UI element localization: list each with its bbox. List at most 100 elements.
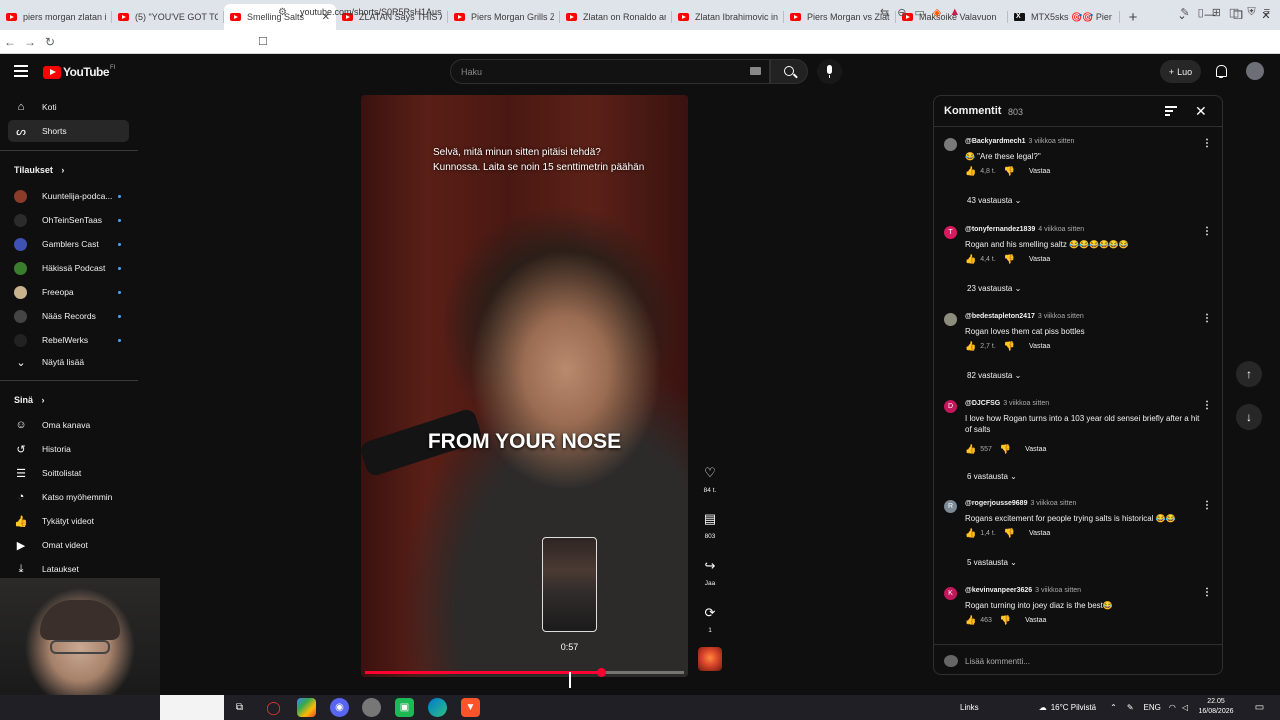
brave-shield-icon[interactable]: ◈ bbox=[933, 6, 941, 19]
taskbar-search[interactable] bbox=[160, 695, 224, 720]
youtube-logo[interactable]: YouTube FI bbox=[43, 65, 115, 79]
comment-author[interactable]: @Backyardmech1 bbox=[965, 138, 1026, 145]
replies-toggle[interactable]: 82 vastausta ⌄ bbox=[967, 371, 1021, 380]
next-video-button[interactable]: ↓ bbox=[1236, 404, 1262, 430]
comment-icon[interactable]: ▤ bbox=[698, 507, 722, 531]
browser-tab[interactable]: (5) "YOU'VE GOT TO B bbox=[112, 4, 224, 30]
menu-icon[interactable]: ≡ bbox=[1264, 6, 1270, 18]
new-tab-button[interactable]: + bbox=[1120, 4, 1146, 30]
comment-author[interactable]: @bedestapleton2417 bbox=[965, 313, 1035, 320]
reload-icon[interactable]: ↻ bbox=[40, 35, 60, 49]
taskbar-clock[interactable]: 22.05 16/08/2026 bbox=[1196, 697, 1236, 717]
weather-text[interactable]: 16°C Pilvistä bbox=[1051, 703, 1096, 712]
comment-author[interactable]: @rogerjousse9689 bbox=[965, 500, 1027, 507]
show-more-button[interactable]: ⌄ Näytä lisää bbox=[8, 351, 129, 373]
reply-button[interactable]: Vastaa bbox=[1029, 530, 1050, 537]
translate-icon[interactable]: ⇆ bbox=[880, 6, 889, 19]
commenter-avatar[interactable]: T bbox=[944, 226, 957, 239]
sidebar-item-shorts[interactable]: ᔕ Shorts bbox=[8, 120, 129, 142]
notifications-bell-icon[interactable] bbox=[1214, 64, 1228, 79]
reply-button[interactable]: Vastaa bbox=[1029, 343, 1050, 350]
comment-more-icon[interactable]: ⋮ bbox=[1202, 226, 1212, 237]
reply-button[interactable]: Vastaa bbox=[1029, 168, 1050, 175]
dislike-icon[interactable]: 👎 bbox=[1004, 166, 1015, 177]
subscriptions-heading[interactable]: Tilaukset › bbox=[14, 165, 64, 175]
subscription-channel[interactable]: Nääs Records bbox=[8, 305, 129, 327]
comment-time[interactable]: 3 viikkoa sitten bbox=[1035, 587, 1081, 594]
like-action[interactable]: ♡ 84 t. bbox=[697, 461, 723, 494]
comment-author[interactable]: @kevinvanpeer3626 bbox=[965, 587, 1032, 594]
replies-toggle[interactable]: 6 vastausta ⌄ bbox=[967, 472, 1017, 481]
like-icon[interactable]: 👍 bbox=[965, 254, 976, 265]
reply-button[interactable]: Vastaa bbox=[1029, 256, 1050, 263]
like-icon[interactable]: 👍 bbox=[965, 528, 976, 539]
sidebar-item-home[interactable]: ⌂ Koti bbox=[8, 96, 129, 118]
you-heading[interactable]: Sinä › bbox=[14, 395, 45, 405]
dislike-icon[interactable]: 👎 bbox=[1004, 254, 1015, 265]
browser-tab[interactable]: piers morgan zlatan ib bbox=[0, 4, 112, 30]
sidebar-toggle-icon[interactable]: ▯ bbox=[1198, 6, 1204, 19]
commenter-avatar[interactable]: D bbox=[944, 400, 957, 413]
pen-icon[interactable]: ✎ bbox=[1127, 703, 1134, 712]
comment-author[interactable]: @DJCFSG bbox=[965, 400, 1000, 407]
edge-icon[interactable] bbox=[428, 698, 447, 717]
search-button[interactable] bbox=[770, 59, 808, 84]
comment-author[interactable]: @tonyfernandez1839 bbox=[965, 226, 1035, 233]
like-icon[interactable]: 👍 bbox=[965, 341, 976, 352]
voice-search-icon[interactable] bbox=[817, 59, 842, 84]
canva-icon[interactable] bbox=[297, 698, 316, 717]
comment-time[interactable]: 3 viikkoa sitten bbox=[1030, 500, 1076, 507]
like-icon[interactable]: 👍 bbox=[965, 444, 976, 455]
like-icon[interactable]: 👍 bbox=[965, 615, 976, 626]
comments-action[interactable]: ▤ 803 bbox=[697, 507, 723, 540]
keyboard-icon[interactable] bbox=[750, 67, 761, 75]
replies-toggle[interactable]: 43 vastausta ⌄ bbox=[967, 196, 1021, 205]
comment-time[interactable]: 3 viikkoa sitten bbox=[1038, 313, 1084, 320]
sidebar-item-video[interactable]: ▶ Omat videot bbox=[8, 534, 129, 556]
brave-rewards-icon[interactable]: ▲ bbox=[949, 6, 960, 18]
subscription-channel[interactable]: OhTeinSenTaas bbox=[8, 209, 129, 231]
subscription-channel[interactable]: Gamblers Cast bbox=[8, 233, 129, 255]
channel-avatar[interactable] bbox=[698, 647, 722, 671]
opera-icon[interactable]: ◯ bbox=[264, 698, 283, 717]
comment-more-icon[interactable]: ⋮ bbox=[1202, 138, 1212, 149]
commenter-avatar[interactable]: R bbox=[944, 500, 957, 513]
comment-time[interactable]: 3 viikkoa sitten bbox=[1003, 400, 1049, 407]
sidebar-item-thumbs-up[interactable]: 👍 Tykätyt videot bbox=[8, 510, 129, 532]
sidebar-item-user[interactable]: ☺ Oma kanava bbox=[8, 414, 129, 436]
previous-video-button[interactable]: ↑ bbox=[1236, 361, 1262, 387]
links-toolbar[interactable]: Links bbox=[960, 703, 979, 712]
bookmark-icon[interactable]: ☐ bbox=[258, 35, 268, 48]
extensions-icon[interactable]: ⊞ bbox=[1212, 6, 1221, 19]
search-input[interactable]: Haku bbox=[450, 59, 770, 84]
sidebar-item-clock[interactable]: ◔ Katso myöhemmin bbox=[8, 486, 129, 508]
comment-more-icon[interactable]: ⋮ bbox=[1202, 587, 1212, 598]
like-icon[interactable]: ♡ bbox=[698, 461, 722, 485]
edit-icon[interactable]: ✎ bbox=[1180, 6, 1189, 19]
commenter-avatar[interactable] bbox=[944, 138, 957, 151]
sidebar-item-history[interactable]: ↺ Historia bbox=[8, 438, 129, 460]
comment-more-icon[interactable]: ⋮ bbox=[1202, 500, 1212, 511]
replies-toggle[interactable]: 5 vastausta ⌄ bbox=[967, 558, 1017, 567]
subscription-channel[interactable]: Kuuntelija-podca... bbox=[8, 185, 129, 207]
task-view-icon[interactable]: ⧉ bbox=[230, 698, 249, 717]
language-indicator[interactable]: ENG bbox=[1144, 703, 1161, 712]
wifi-icon[interactable]: ◠ bbox=[1169, 703, 1176, 712]
tray-chevron-icon[interactable]: ⌃ bbox=[1110, 703, 1117, 712]
install-icon[interactable]: ▭ bbox=[914, 6, 924, 19]
account-avatar[interactable] bbox=[1246, 62, 1264, 80]
comment-time[interactable]: 4 viikkoa sitten bbox=[1038, 226, 1084, 233]
volume-icon[interactable]: ◁ bbox=[1182, 703, 1188, 712]
spotify-icon[interactable]: ▣ bbox=[395, 698, 414, 717]
comment-time[interactable]: 3 viikkoa sitten bbox=[1029, 138, 1075, 145]
sort-icon[interactable] bbox=[1165, 106, 1177, 116]
browser-tab[interactable]: MTX5sks 🎯🎯 Pier bbox=[1008, 4, 1120, 30]
close-icon[interactable]: ✕ bbox=[1195, 103, 1207, 120]
commenter-avatar[interactable] bbox=[944, 313, 957, 326]
discord-icon[interactable]: ◉ bbox=[330, 698, 349, 717]
sidebar-item-playlist[interactable]: ☰ Soittolistat bbox=[8, 462, 129, 484]
vpn-icon[interactable]: ⛨ bbox=[1247, 6, 1255, 19]
zoom-icon[interactable]: ⊖ bbox=[897, 6, 906, 19]
dislike-icon[interactable]: 👎 bbox=[1004, 528, 1015, 539]
subscription-channel[interactable]: Häkissä Podcast bbox=[8, 257, 129, 279]
